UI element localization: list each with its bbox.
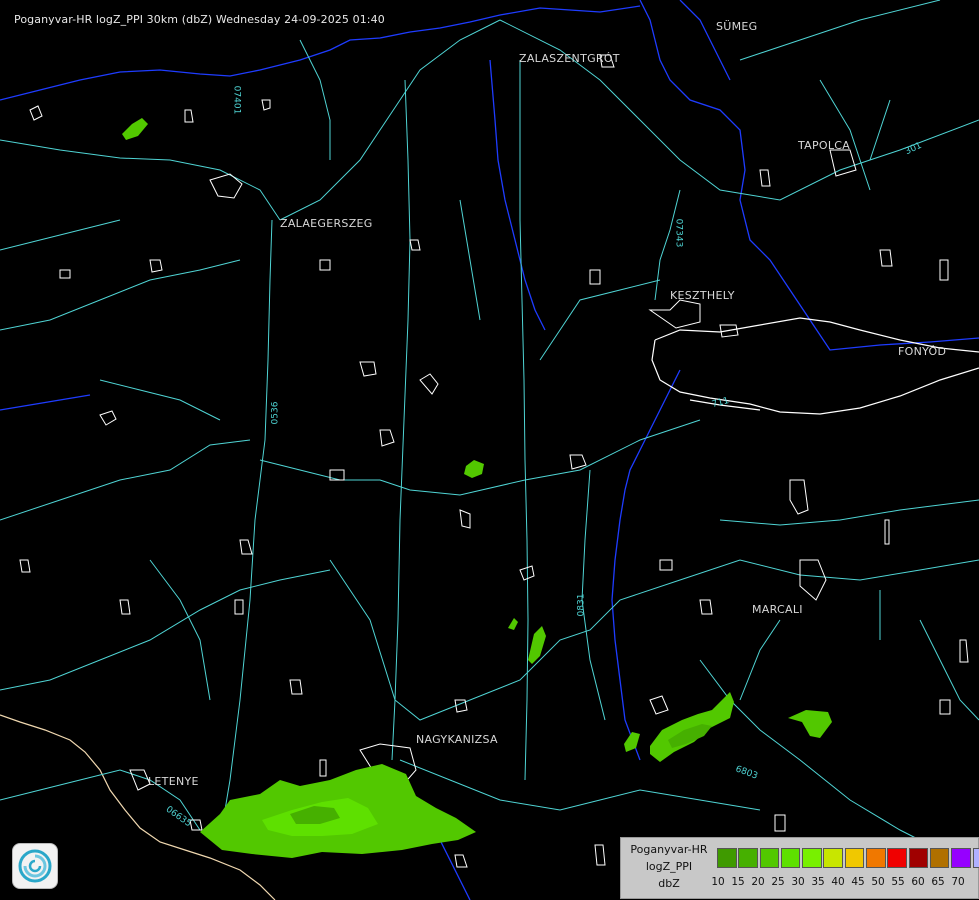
road-label: 0831 [576,593,587,617]
city-label: FONYÓD [898,345,947,358]
legend-tick-label: 70 [951,876,965,888]
road-label: 07401 [231,85,242,115]
weather-service-logo [12,843,58,889]
road-label: 07343 [673,218,684,248]
radar-map [0,0,979,900]
legend-swatch [866,848,886,868]
legend-tick-label: 15 [731,876,745,888]
legend-tick-label: 55 [891,876,905,888]
city-label: SÜMEG [716,20,758,33]
legend-swatch [844,848,865,868]
legend-swatch [951,848,971,868]
swirl-logo-icon [18,849,52,883]
legend-swatch [759,848,780,868]
legend-tick-label: 25 [771,876,785,888]
legend-tick-label: 35 [811,876,825,888]
legend-product: logZ_PPI [645,860,693,873]
legend-tick-label: 50 [871,876,885,888]
legend-swatches [717,848,979,868]
legend-tick-label: 10 [711,876,725,888]
road-label: 0536 [270,401,281,425]
legend-tick-label: 40 [831,876,845,888]
legend-swatch [738,848,758,868]
legend-swatch [780,848,801,868]
legend-ticks: 10 15 20 25 30 35 40 45 50 55 60 65 70 [710,876,978,890]
legend-swatch [887,848,907,868]
legend-swatch [929,848,950,868]
legend-tick-label: 30 [791,876,805,888]
dbz-legend: Poganyvar-HR logZ_PPI dbZ 10 15 20 25 30 35 40… [620,837,979,899]
radar-title: Poganyvar-HR logZ_PPI 30km (dbZ) Wednesd… [14,13,385,26]
legend-swatch [908,848,929,868]
legend-swatch [717,848,737,868]
legend-tick-label: 65 [931,876,945,888]
legend-swatch [823,848,843,868]
legend-tick-label: 20 [751,876,765,888]
lake-balaton [651,317,979,415]
legend-title: Poganyvar-HR logZ_PPI dbZ [623,841,715,892]
city-label: KESZTHELY [670,289,735,302]
legend-tick-label: 45 [851,876,865,888]
city-label: LETENYE [148,775,199,788]
city-label: MARCALI [752,603,803,616]
city-label: NAGYKANIZSA [416,733,498,746]
city-label: TAPOLCA [798,139,851,152]
legend-swatch [972,848,979,868]
legend-swatch [802,848,822,868]
legend-unit: dbZ [658,877,680,890]
legend-radar-name: Poganyvar-HR [630,843,708,856]
rivers [0,0,979,900]
radar-echoes [122,118,832,858]
legend-tick-label: 60 [911,876,925,888]
city-label: ZALAEGERSZEG [280,217,373,230]
city-label: ZALASZENTGRÓT [519,52,620,65]
